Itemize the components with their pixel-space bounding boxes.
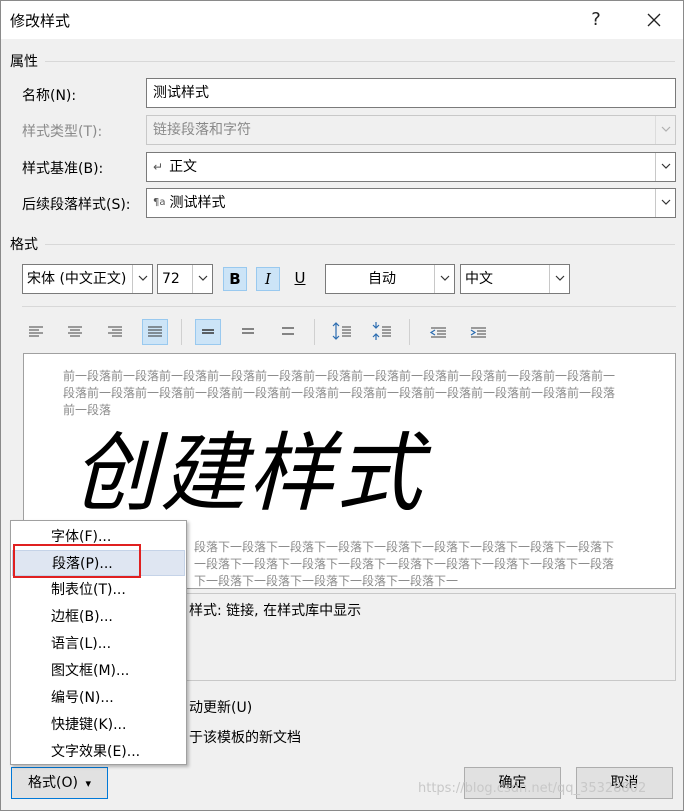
based-on-value: 正文 — [169, 159, 198, 175]
chevron-down-icon — [655, 153, 675, 181]
toolbar-separator — [181, 319, 182, 345]
next-style-label: 后续段落样式(S): — [22, 197, 131, 213]
preview-sample-text: 创建样式 — [72, 424, 424, 524]
menu-item-shortcut-key[interactable]: 快捷键(K)... — [12, 712, 185, 738]
decrease-paragraph-spacing-button[interactable] — [369, 319, 395, 345]
linked-style-icon: ¶a — [153, 197, 166, 208]
chevron-down-icon — [655, 189, 675, 217]
caret-down-icon: ▾ — [85, 777, 91, 790]
next-style-select[interactable]: ¶a 测试样式 — [146, 188, 676, 218]
preview-next-paragraph: 段落下一段落下一段落下一段落下一段落下一段落下一段落下一段落下一段落下一段落下一… — [194, 540, 615, 588]
style-description-text: 样式: 链接, 在样式库中显示 — [189, 603, 362, 619]
font-name-select[interactable]: 宋体 (中文正文) — [22, 264, 153, 294]
increase-paragraph-spacing-button[interactable] — [329, 319, 355, 345]
one-half-spacing-icon — [242, 328, 254, 334]
menu-item-text-effects[interactable]: 文字效果(E)... — [12, 739, 185, 765]
decrease-spacing-icon — [372, 322, 391, 340]
format-menu-label: 格式(O) — [28, 775, 78, 791]
increase-indent-button[interactable] — [465, 319, 491, 345]
language-value: 中文 — [465, 271, 493, 287]
one-half-spacing-button[interactable] — [235, 319, 261, 345]
font-size-select[interactable]: 72 — [157, 264, 213, 294]
style-type-value: 链接段落和字符 — [153, 122, 251, 138]
align-right-button[interactable] — [102, 319, 128, 345]
align-center-icon — [68, 326, 82, 337]
based-on-select[interactable]: ↵ 正文 — [146, 152, 676, 182]
name-input[interactable]: 测试样式 — [146, 78, 676, 108]
font-color-value: 自动 — [368, 271, 396, 287]
properties-divider — [45, 61, 675, 62]
format-section-label: 格式 — [10, 237, 38, 253]
based-on-label: 样式基准(B): — [22, 161, 104, 177]
close-button[interactable] — [633, 5, 675, 35]
bold-toggle[interactable]: B — [223, 267, 247, 291]
paragraph-style-icon: ↵ — [153, 160, 164, 174]
watermark: https://blog.csdn.net/qq_35328802 — [418, 781, 647, 796]
annotation-highlight-box — [13, 544, 141, 578]
double-spacing-icon — [282, 327, 294, 335]
single-spacing-button[interactable] — [195, 319, 221, 345]
decrease-indent-button[interactable] — [425, 319, 451, 345]
font-size-value: 72 — [162, 271, 180, 287]
italic-toggle[interactable]: I — [256, 267, 280, 291]
title-bar: 修改样式 ? — [1, 1, 683, 39]
align-center-button[interactable] — [62, 319, 88, 345]
format-divider — [45, 244, 675, 245]
style-type-label: 样式类型(T): — [22, 124, 103, 140]
menu-item-frame[interactable]: 图文框(M)... — [12, 658, 185, 684]
toolbar-divider — [22, 306, 676, 307]
menu-item-border[interactable]: 边框(B)... — [12, 604, 185, 630]
justify-icon — [148, 326, 162, 337]
format-menu-button[interactable]: 格式(O) ▾ — [11, 767, 108, 799]
new-documents-radio-label[interactable]: 于该模板的新文档 — [189, 727, 301, 747]
language-select[interactable]: 中文 — [460, 264, 570, 294]
decrease-indent-icon — [429, 327, 446, 338]
auto-update-checkbox-label[interactable]: 动更新(U) — [189, 697, 252, 717]
chevron-down-icon — [549, 265, 569, 293]
help-button[interactable]: ? — [575, 5, 617, 35]
align-left-icon — [29, 326, 43, 337]
justify-button[interactable] — [142, 319, 168, 345]
font-color-select[interactable]: 自动 — [325, 264, 455, 294]
chevron-down-icon — [434, 265, 454, 293]
menu-item-numbering[interactable]: 编号(N)... — [12, 685, 185, 711]
name-label: 名称(N): — [22, 88, 77, 104]
close-icon — [647, 13, 661, 27]
toolbar-separator — [314, 319, 315, 345]
underline-toggle[interactable]: U — [288, 267, 312, 291]
align-left-button[interactable] — [23, 319, 49, 345]
preview-previous-paragraph: 前一段落前一段落前一段落前一段落前一段落前一段落前一段落前一段落前一段落前一段落… — [63, 369, 616, 417]
next-style-value: 测试样式 — [169, 195, 226, 211]
font-name-value: 宋体 (中文正文) — [27, 271, 127, 287]
menu-item-language[interactable]: 语言(L)... — [12, 631, 185, 657]
double-spacing-button[interactable] — [275, 319, 301, 345]
dialog-title: 修改样式 — [10, 12, 71, 30]
chevron-down-icon — [132, 265, 152, 293]
style-type-select[interactable]: 链接段落和字符 — [146, 115, 676, 145]
chevron-down-icon — [655, 116, 675, 144]
chevron-down-icon — [192, 265, 212, 293]
align-right-icon — [108, 326, 122, 337]
toolbar-separator — [409, 319, 410, 345]
single-spacing-icon — [202, 329, 214, 334]
properties-section-label: 属性 — [10, 54, 38, 70]
increase-indent-icon — [470, 327, 486, 338]
menu-item-tabs[interactable]: 制表位(T)... — [12, 577, 185, 603]
increase-spacing-icon — [332, 322, 351, 340]
